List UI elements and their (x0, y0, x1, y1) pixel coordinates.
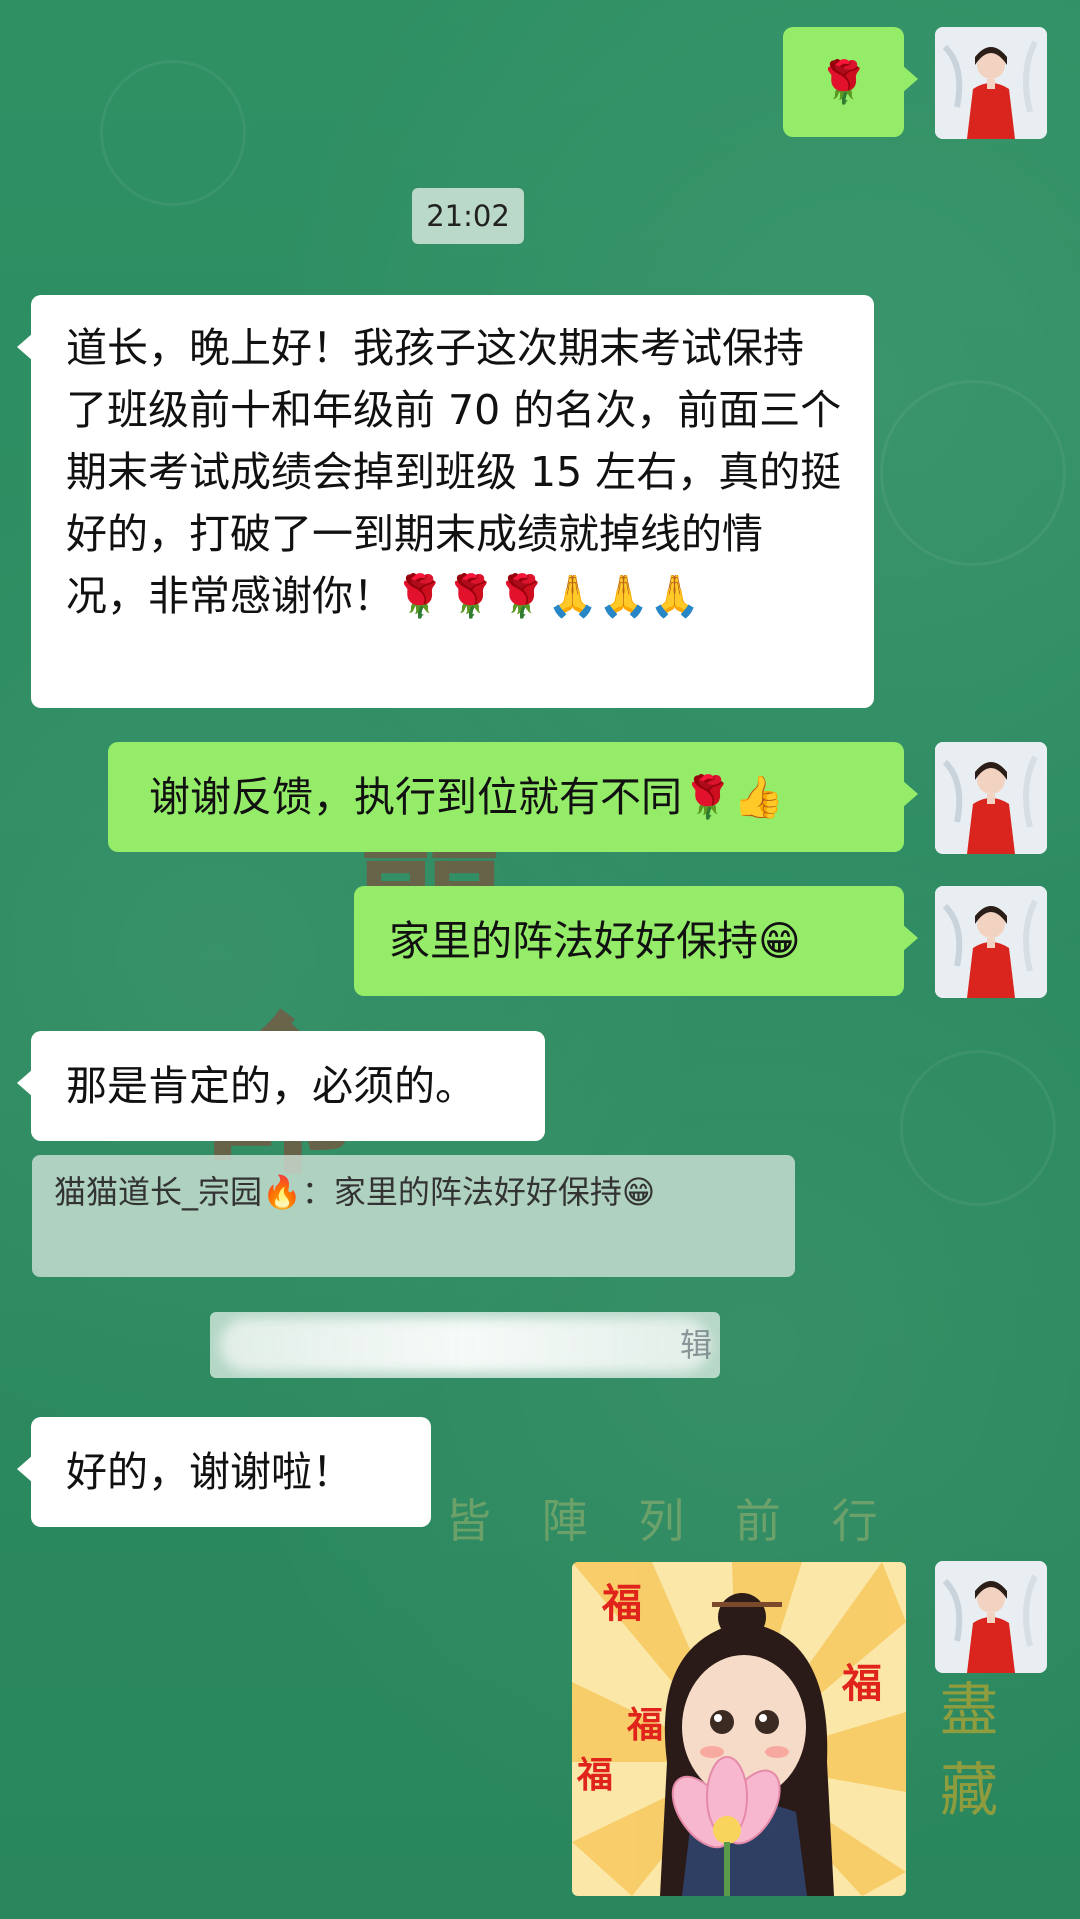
message-bubble-incoming[interactable]: 道长，晚上好！我孩子这次期末考试保持了班级前十和年级前 70 的名次，前面三个期… (17, 295, 874, 708)
avatar[interactable] (935, 27, 1047, 139)
avatar[interactable] (935, 742, 1047, 854)
background-ornament (100, 60, 246, 206)
message-bubble-incoming[interactable]: 好的，谢谢啦！ (17, 1417, 431, 1527)
message-bubble-incoming[interactable]: 那是肯定的，必须的。 (17, 1031, 545, 1141)
quote-text: 家里的阵法好好保持😁 (333, 1173, 656, 1211)
sticker-fu-char: 福 (576, 1754, 613, 1796)
timestamp: 21:02 (412, 188, 524, 244)
message-bubble-outgoing[interactable]: 🌹 (783, 27, 918, 137)
message-text: 家里的阵法好好保持😁 (389, 917, 801, 965)
sticker-image[interactable]: 福 福 福 福 (572, 1562, 906, 1896)
message-text: 🌹 (817, 58, 870, 106)
quoted-message[interactable]: 猫猫道长_宗园🔥：家里的阵法好好保持😁 (32, 1155, 795, 1277)
sticker-fu-char: 福 (626, 1704, 663, 1746)
avatar[interactable] (935, 886, 1047, 998)
message-text: 道长，晚上好！我孩子这次期末考试保持了班级前十和年级前 70 的名次，前面三个期… (66, 324, 842, 620)
message-text: 谢谢反馈，执行到位就有不同🌹👍 (149, 773, 785, 821)
background-ornament (900, 1050, 1056, 1206)
quote-separator: ： (301, 1173, 334, 1211)
background-side-text: 盡藏 (940, 1676, 999, 1824)
sticker-fu-char: 福 (601, 1580, 642, 1627)
sticker-fu-char: 福 (841, 1660, 882, 1707)
message-text: 好的，谢谢啦！ (66, 1448, 353, 1496)
message-bubble-outgoing[interactable]: 家里的阵法好好保持😁 (354, 886, 918, 996)
blur-mask (220, 1318, 710, 1372)
background-slogan: 皆 陣 列 前 行 (445, 1494, 896, 1548)
message-bubble-outgoing[interactable]: 谢谢反馈，执行到位就有不同🌹👍 (108, 742, 918, 852)
quote-author: 猫猫道长_宗园🔥 (54, 1173, 302, 1211)
avatar[interactable] (935, 1561, 1047, 1673)
blurred-system-notice: 辑 (210, 1312, 720, 1378)
background-ornament (880, 380, 1066, 566)
notice-tail-text: 辑 (679, 1326, 712, 1364)
message-text: 那是肯定的，必须的。 (66, 1062, 476, 1110)
